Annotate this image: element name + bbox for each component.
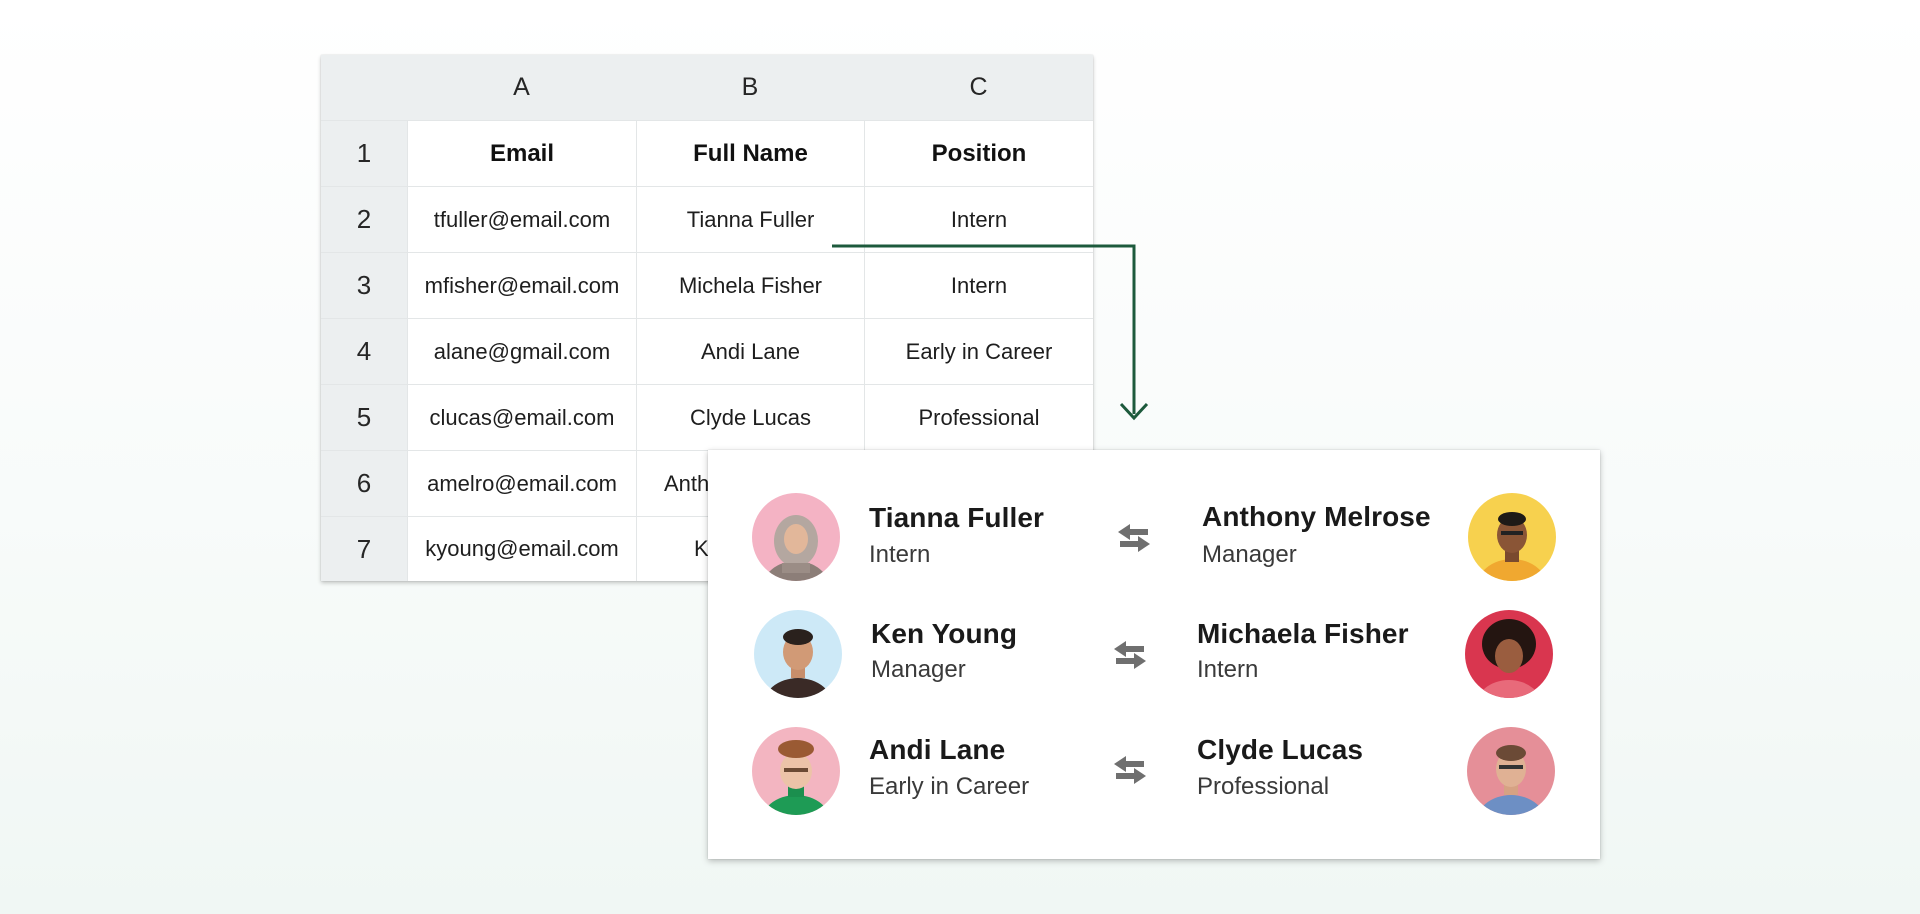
mentor-name: Michaela Fisher	[1197, 618, 1409, 649]
avatar	[754, 610, 842, 698]
mentor-name: Clyde Lucas	[1197, 734, 1364, 765]
row-header[interactable]: 3	[321, 252, 407, 318]
mentor-name: Anthony Melrose	[1202, 501, 1431, 532]
row-header[interactable]: 1	[321, 120, 407, 186]
mentee-name: Andi Lane	[869, 734, 1006, 765]
row-header[interactable]: 7	[321, 516, 407, 581]
sheet-cell[interactable]: kyoung@email.com	[407, 516, 636, 581]
mentor-role: Manager	[1202, 541, 1297, 568]
swap-arrows-icon[interactable]	[1112, 755, 1148, 785]
mentee-role: Early in Career	[869, 773, 1030, 800]
mentor-matches-card: Tianna Fuller Intern Anthony Melrose Man…	[708, 450, 1600, 859]
sheet-cell[interactable]: Early in Career	[864, 318, 1093, 384]
sheet-cell[interactable]: alane@gmail.com	[407, 318, 636, 384]
sheet-cell[interactable]: Full Name	[636, 120, 864, 186]
sheet-cell[interactable]: tfuller@email.com	[407, 186, 636, 252]
sheet-cell[interactable]: Intern	[864, 252, 1093, 318]
column-header-a[interactable]: A	[407, 55, 636, 120]
mentee-role: Manager	[871, 656, 966, 683]
avatar	[752, 493, 840, 581]
sheet-corner	[321, 55, 407, 120]
mentee-name: Ken Young	[871, 618, 1018, 649]
swap-arrows-icon[interactable]	[1112, 640, 1148, 670]
sheet-cell[interactable]: amelro@email.com	[407, 450, 636, 516]
avatar	[1468, 493, 1556, 581]
row-header[interactable]: 4	[321, 318, 407, 384]
sheet-cell[interactable]: Intern	[864, 186, 1093, 252]
mentor-role: Intern	[1197, 656, 1259, 683]
mentee-name: Tianna Fuller	[869, 502, 1045, 533]
avatar	[1465, 610, 1553, 698]
sheet-cell[interactable]: Tianna Fuller	[636, 186, 864, 252]
sheet-cell[interactable]: mfisher@email.com	[407, 252, 636, 318]
sheet-cell[interactable]: Andi Lane	[636, 318, 864, 384]
sheet-cell[interactable]: clucas@email.com	[407, 384, 636, 450]
row-header[interactable]: 5	[321, 384, 407, 450]
sheet-cell[interactable]: Position	[864, 120, 1093, 186]
swap-arrows-icon[interactable]	[1116, 523, 1152, 553]
column-header-b[interactable]: B	[636, 55, 864, 120]
row-header[interactable]: 6	[321, 450, 407, 516]
sheet-cell[interactable]: Clyde Lucas	[636, 384, 864, 450]
column-header-c[interactable]: C	[864, 55, 1093, 120]
row-header[interactable]: 2	[321, 186, 407, 252]
mentor-role: Professional	[1197, 773, 1330, 800]
sheet-cell[interactable]: Michela Fisher	[636, 252, 864, 318]
mentee-role: Intern	[869, 541, 931, 568]
sheet-cell[interactable]: Professional	[864, 384, 1093, 450]
avatar	[752, 727, 840, 815]
sheet-cell[interactable]: Email	[407, 120, 636, 186]
avatar	[1467, 727, 1555, 815]
